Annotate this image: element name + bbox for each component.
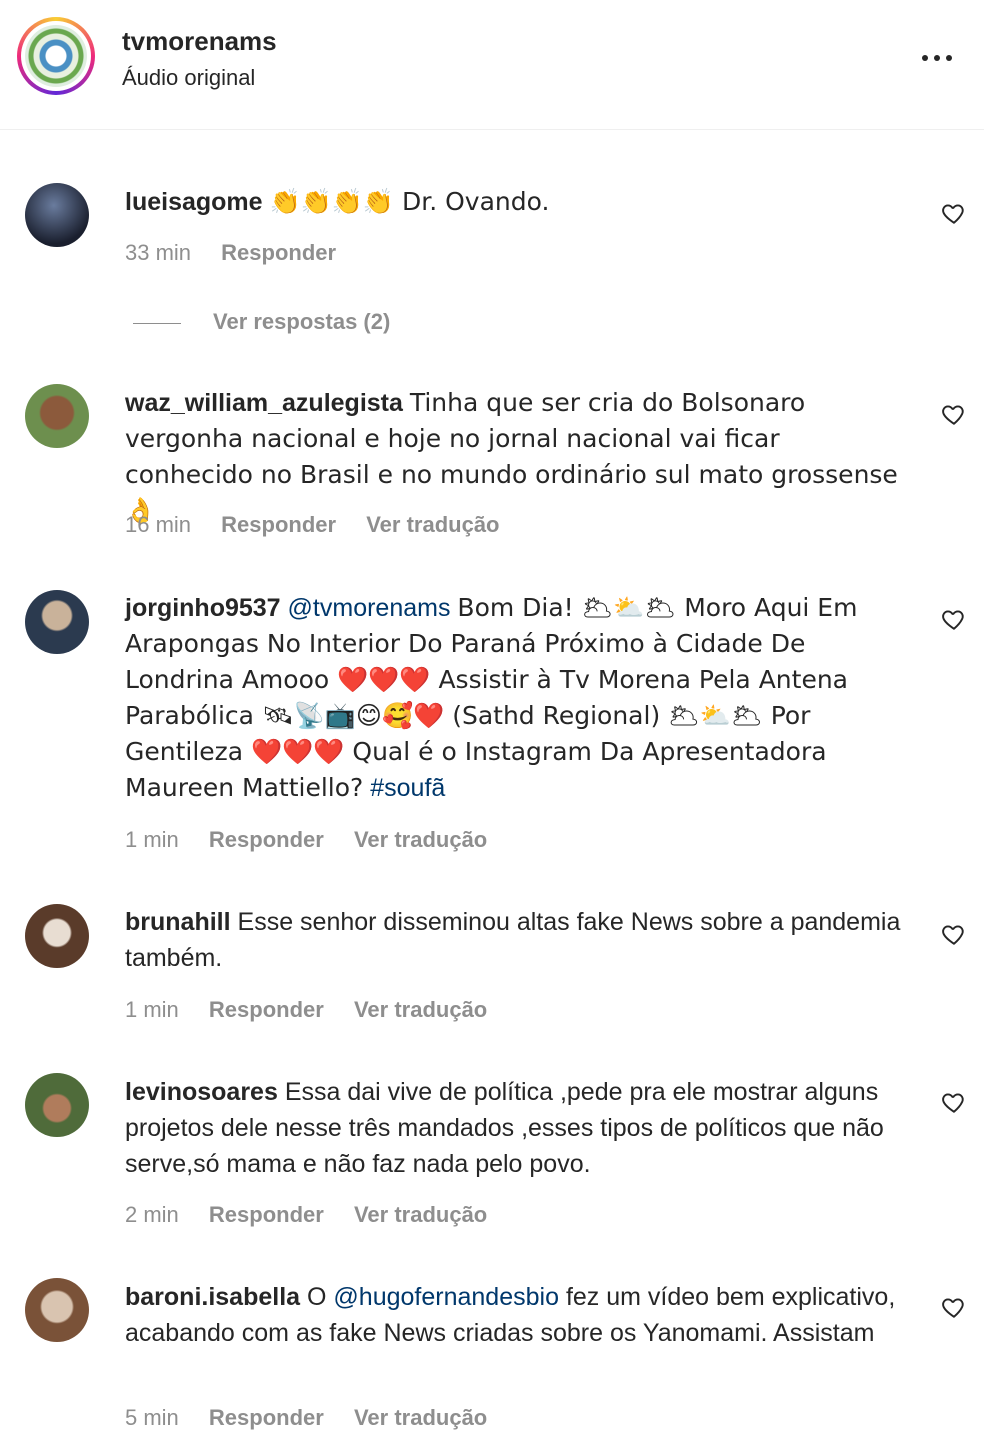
avatar-ring-gap bbox=[21, 21, 91, 91]
see-translation-button[interactable]: Ver tradução bbox=[354, 1405, 487, 1430]
comment-time[interactable]: 16 min bbox=[125, 512, 191, 537]
comment-username[interactable]: levinosoares bbox=[125, 1078, 278, 1106]
comment-meta: 16 min Responder Ver tradução bbox=[125, 512, 524, 538]
heart-outline-icon[interactable] bbox=[941, 401, 967, 427]
reply-button[interactable]: Responder bbox=[221, 512, 336, 537]
see-translation-button[interactable]: Ver tradução bbox=[354, 997, 487, 1022]
channel-logo-icon bbox=[25, 25, 87, 87]
comment-meta: 2 min Responder Ver tradução bbox=[125, 1202, 511, 1228]
comment-text-block: lueisagome 👏👏👏👏 Dr. Ovando. bbox=[125, 184, 915, 220]
comment-username[interactable]: lueisagome bbox=[125, 188, 263, 216]
commenter-avatar[interactable] bbox=[25, 904, 89, 968]
comment-username[interactable]: jorginho9537 bbox=[125, 594, 281, 622]
comment-text-block: levinosoares Essa dai vive de política ,… bbox=[125, 1074, 915, 1182]
comment-mention[interactable]: @hugofernandesbio bbox=[333, 1283, 559, 1311]
comment-text: 👏👏👏👏 Dr. Ovando. bbox=[269, 187, 550, 216]
comment-text-block: waz_william_azulegista Tinha que ser cri… bbox=[125, 385, 915, 529]
comment-mention[interactable]: @tvmorenams bbox=[288, 594, 451, 622]
comment-text-block: baroni.isabella O @hugofernandesbio fez … bbox=[125, 1279, 915, 1351]
commenter-avatar[interactable] bbox=[25, 384, 89, 448]
comment-meta: 1 min Responder Ver tradução bbox=[125, 827, 511, 853]
commenter-avatar[interactable] bbox=[25, 1073, 89, 1137]
comment-text: Esse senhor disseminou altas fake News s… bbox=[125, 908, 901, 972]
heart-outline-icon[interactable] bbox=[941, 921, 967, 947]
comment-text: Bom Dia! 🌥⛅🌥 Moro Aqui Em Arapongas No I… bbox=[125, 593, 858, 802]
comment-time[interactable]: 1 min bbox=[125, 997, 179, 1022]
reply-button[interactable]: Responder bbox=[221, 240, 336, 265]
audio-label[interactable]: Áudio original bbox=[122, 65, 255, 91]
reply-button[interactable]: Responder bbox=[209, 997, 324, 1022]
more-options-icon[interactable] bbox=[912, 44, 962, 74]
comment-username[interactable]: brunahill bbox=[125, 908, 231, 936]
see-translation-button[interactable]: Ver tradução bbox=[354, 1202, 487, 1227]
heart-outline-icon[interactable] bbox=[941, 200, 967, 226]
heart-outline-icon[interactable] bbox=[941, 1294, 967, 1320]
post-header: tvmorenams Áudio original bbox=[0, 0, 984, 130]
comment-meta: 5 min Responder Ver tradução bbox=[125, 1405, 511, 1431]
comment-time[interactable]: 2 min bbox=[125, 1202, 179, 1227]
commenter-avatar[interactable] bbox=[25, 1278, 89, 1342]
reply-button[interactable]: Responder bbox=[209, 1202, 324, 1227]
heart-outline-icon[interactable] bbox=[941, 606, 967, 632]
comment-time[interactable]: 5 min bbox=[125, 1405, 179, 1430]
reply-button[interactable]: Responder bbox=[209, 827, 324, 852]
comment-time[interactable]: 1 min bbox=[125, 827, 179, 852]
heart-outline-icon[interactable] bbox=[941, 1089, 967, 1115]
see-translation-button[interactable]: Ver tradução bbox=[366, 512, 499, 537]
replies-divider bbox=[133, 323, 181, 324]
comment-meta: 33 min Responder bbox=[125, 240, 360, 266]
commenter-avatar[interactable] bbox=[25, 183, 89, 247]
comment-meta: 1 min Responder Ver tradução bbox=[125, 997, 511, 1023]
commenter-avatar[interactable] bbox=[25, 590, 89, 654]
comment-username[interactable]: waz_william_azulegista bbox=[125, 389, 403, 417]
comment-pre-text: O bbox=[307, 1283, 327, 1311]
see-translation-button[interactable]: Ver tradução bbox=[354, 827, 487, 852]
view-replies-label[interactable]: Ver respostas (2) bbox=[213, 309, 390, 335]
reply-button[interactable]: Responder bbox=[209, 1405, 324, 1430]
comment-username[interactable]: baroni.isabella bbox=[125, 1283, 300, 1311]
comment-text-block: jorginho9537 @tvmorenams Bom Dia! 🌥⛅🌥 Mo… bbox=[125, 590, 915, 806]
comment-text-block: brunahill Esse senhor disseminou altas f… bbox=[125, 904, 915, 976]
post-author-username[interactable]: tvmorenams bbox=[122, 26, 277, 57]
comment-time[interactable]: 33 min bbox=[125, 240, 191, 265]
profile-avatar[interactable] bbox=[17, 17, 95, 95]
comment-hashtag[interactable]: #soufã bbox=[370, 774, 445, 802]
